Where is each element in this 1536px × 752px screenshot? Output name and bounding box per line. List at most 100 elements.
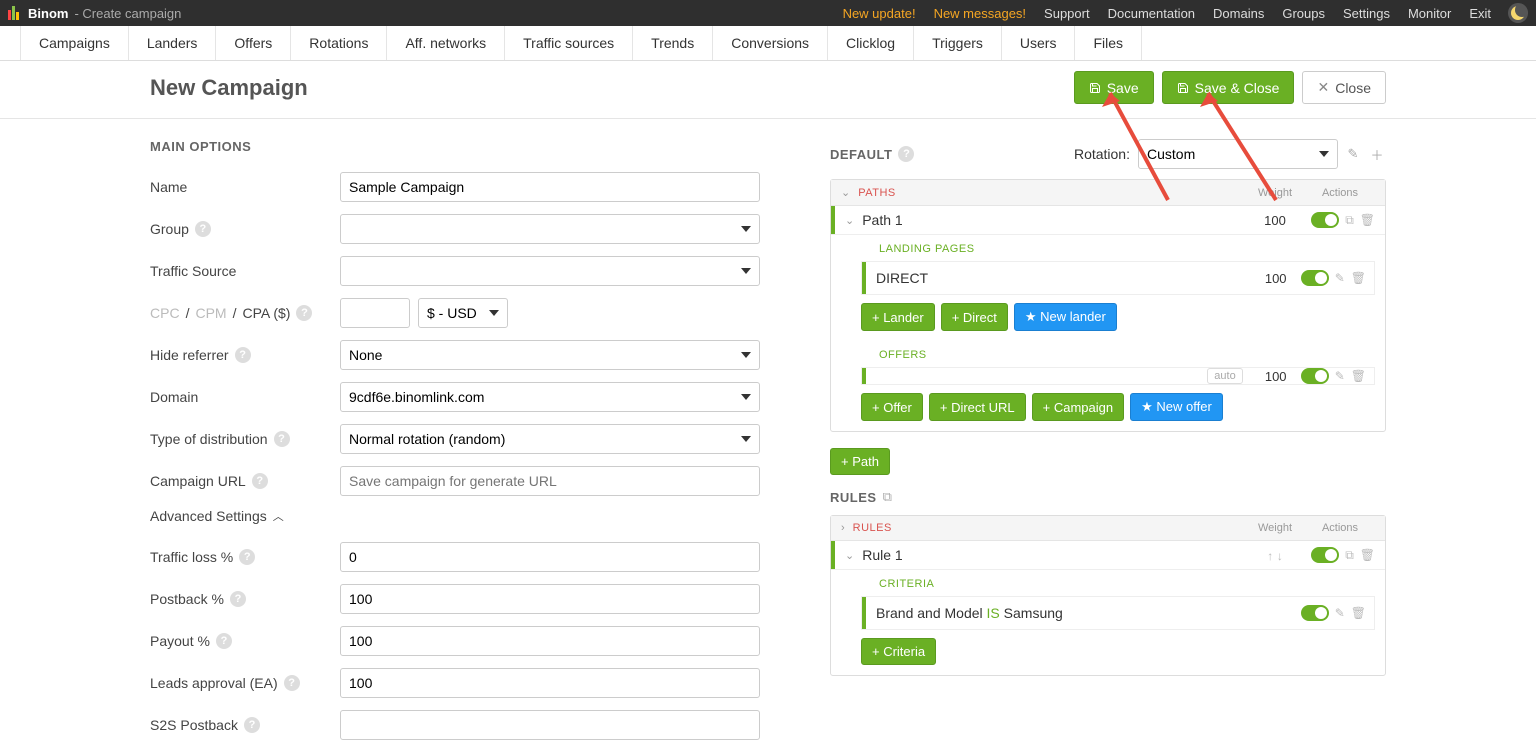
path-weight: 100 [1245, 213, 1305, 228]
domain-select[interactable]: 9cdf6e.binomlink.com [340, 382, 760, 412]
currency-select[interactable]: $ - USD [418, 298, 508, 328]
label-name: Name [150, 179, 340, 195]
save-close-button[interactable]: Save & Close [1162, 71, 1295, 104]
link-documentation[interactable]: Documentation [1108, 6, 1195, 21]
rotation-select[interactable]: Custom [1138, 139, 1338, 169]
trash-icon[interactable]: 🗑 [1360, 548, 1375, 562]
link-new-update[interactable]: New update! [843, 6, 916, 21]
trash-icon[interactable]: 🗑 [1351, 369, 1366, 383]
postback-input[interactable] [340, 584, 760, 614]
pencil-icon[interactable]: ✎ [1344, 145, 1362, 163]
rule-row[interactable]: ⌄ Rule 1 ↑ ↓ ⧉ 🗑 [831, 541, 1385, 570]
hide-referrer-select[interactable]: None [340, 340, 760, 370]
help-icon[interactable]: ? [195, 221, 211, 237]
lander-row: DIRECT 100 ✎ 🗑 [861, 261, 1375, 295]
pencil-icon[interactable]: ✎ [1335, 369, 1345, 383]
traffic-source-select[interactable] [340, 256, 760, 286]
add-offer-button[interactable]: + Offer [861, 393, 923, 421]
tab-campaigns[interactable]: Campaigns [20, 26, 129, 60]
link-settings[interactable]: Settings [1343, 6, 1390, 21]
add-criteria-button[interactable]: + Criteria [861, 638, 936, 665]
help-icon[interactable]: ? [252, 473, 268, 489]
trash-icon[interactable]: 🗑 [1351, 606, 1366, 620]
link-groups[interactable]: Groups [1282, 6, 1325, 21]
help-icon[interactable]: ? [296, 305, 312, 321]
distribution-select[interactable]: Normal rotation (random) [340, 424, 760, 454]
save-label: Save [1107, 80, 1139, 96]
chevron-down-icon[interactable]: ⌄ [845, 214, 854, 227]
tab-offers[interactable]: Offers [216, 26, 291, 60]
cpa-input[interactable] [340, 298, 410, 328]
tab-rotations[interactable]: Rotations [291, 26, 387, 60]
main-tabs: Campaigns Landers Offers Rotations Aff. … [0, 26, 1536, 61]
help-icon[interactable]: ? [898, 146, 914, 162]
tab-landers[interactable]: Landers [129, 26, 217, 60]
tab-conversions[interactable]: Conversions [713, 26, 828, 60]
tab-files[interactable]: Files [1075, 26, 1142, 60]
label-cpc[interactable]: CPC [150, 305, 180, 321]
tab-users[interactable]: Users [1002, 26, 1076, 60]
path-row[interactable]: ⌄ Path 1 100 ⧉ 🗑 [831, 206, 1385, 235]
chevron-down-icon[interactable]: ⌄ [845, 549, 854, 562]
toggle-switch[interactable] [1301, 368, 1329, 384]
criteria-field: Brand and Model [876, 605, 987, 621]
tab-aff-networks[interactable]: Aff. networks [387, 26, 505, 60]
toggle-switch[interactable] [1301, 270, 1329, 286]
toggle-switch[interactable] [1311, 212, 1339, 228]
link-monitor[interactable]: Monitor [1408, 6, 1451, 21]
s2s-postback-input[interactable] [340, 710, 760, 740]
toggle-switch[interactable] [1301, 605, 1329, 621]
pencil-icon[interactable]: ✎ [1335, 271, 1345, 285]
help-icon[interactable]: ? [244, 717, 260, 733]
help-icon[interactable]: ? [216, 633, 232, 649]
copy-icon[interactable]: ⧉ [883, 489, 892, 505]
arrow-up-icon[interactable]: ↑ [1267, 549, 1273, 563]
traffic-loss-input[interactable] [340, 542, 760, 572]
save-icon [1089, 82, 1101, 94]
link-new-messages[interactable]: New messages! [934, 6, 1026, 21]
add-direct-url-button[interactable]: + Direct URL [929, 393, 1026, 421]
moon-icon[interactable] [1508, 3, 1528, 23]
paths-panel: DEFAULT ? Rotation: Custom ✎ ＋ ⌄ PATHS W… [830, 139, 1386, 752]
tab-trends[interactable]: Trends [633, 26, 713, 60]
copy-icon[interactable]: ⧉ [1345, 213, 1354, 228]
add-campaign-button[interactable]: + Campaign [1032, 393, 1124, 421]
help-icon[interactable]: ? [274, 431, 290, 447]
new-lander-button[interactable]: ★ New lander [1014, 303, 1117, 331]
pencil-icon[interactable]: ✎ [1335, 606, 1345, 620]
name-input[interactable] [340, 172, 760, 202]
tab-triggers[interactable]: Triggers [914, 26, 1002, 60]
advanced-settings-toggle[interactable]: Advanced Settings ︿ [150, 508, 760, 524]
chevron-down-icon[interactable]: ⌄ [841, 186, 850, 199]
payout-input[interactable] [340, 626, 760, 656]
leads-approval-input[interactable] [340, 668, 760, 698]
copy-icon[interactable]: ⧉ [1345, 548, 1354, 563]
label-cpm[interactable]: CPM [195, 305, 226, 321]
help-icon[interactable]: ? [239, 549, 255, 565]
tab-clicklog[interactable]: Clicklog [828, 26, 914, 60]
group-select[interactable] [340, 214, 760, 244]
help-icon[interactable]: ? [284, 675, 300, 691]
plus-icon[interactable]: ＋ [1368, 145, 1386, 163]
brand: Binom [28, 6, 68, 21]
arrow-down-icon[interactable]: ↓ [1277, 549, 1283, 563]
close-label: Close [1335, 80, 1371, 96]
trash-icon[interactable]: 🗑 [1360, 213, 1375, 227]
link-exit[interactable]: Exit [1469, 6, 1491, 21]
close-button[interactable]: ✕ Close [1302, 71, 1386, 104]
tab-traffic-sources[interactable]: Traffic sources [505, 26, 633, 60]
link-support[interactable]: Support [1044, 6, 1090, 21]
help-icon[interactable]: ? [235, 347, 251, 363]
trash-icon[interactable]: 🗑 [1351, 271, 1366, 285]
link-domains[interactable]: Domains [1213, 6, 1264, 21]
save-button[interactable]: Save [1074, 71, 1154, 104]
add-direct-button[interactable]: + Direct [941, 303, 1008, 331]
toggle-switch[interactable] [1311, 547, 1339, 563]
save-close-label: Save & Close [1195, 80, 1280, 96]
label-cpa[interactable]: CPA ($) [242, 305, 290, 321]
add-lander-button[interactable]: + Lander [861, 303, 935, 331]
help-icon[interactable]: ? [230, 591, 246, 607]
add-path-button[interactable]: + Path [830, 448, 890, 475]
chevron-right-icon[interactable]: › [841, 522, 845, 534]
new-offer-button[interactable]: ★ New offer [1130, 393, 1223, 421]
